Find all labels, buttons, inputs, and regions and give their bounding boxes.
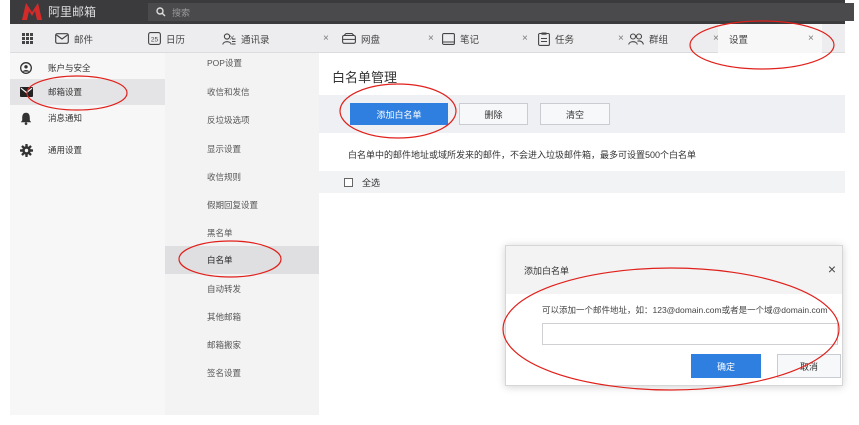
- search-input[interactable]: 搜索: [148, 3, 854, 21]
- tab-label: 网盘: [361, 34, 381, 46]
- tab-settings[interactable]: 设置 ×: [718, 24, 822, 53]
- dialog-header: 添加白名单: [506, 246, 842, 294]
- tab-tasks[interactable]: 任务 ×: [538, 24, 626, 53]
- subnav-item-pop[interactable]: POP设置: [165, 49, 319, 77]
- tab-close-button[interactable]: ×: [808, 33, 814, 44]
- nav-item-label: 消息通知: [48, 113, 83, 123]
- tab-bar: 邮件 25 日历 × 通讯录 × 网盘 × 笔记 × 任务 × 群组 × 设置 …: [10, 24, 845, 53]
- tab-close-button[interactable]: ×: [323, 33, 329, 44]
- subnav-item-auto-forward[interactable]: 自动转发: [165, 275, 319, 303]
- close-icon[interactable]: ×: [828, 261, 836, 277]
- add-whitelist-button[interactable]: 添加白名单: [350, 103, 448, 125]
- app-logo[interactable]: 阿里邮箱: [20, 0, 96, 22]
- bell-icon: [20, 112, 32, 125]
- nav-item-label: 账户与安全: [48, 63, 91, 73]
- envelope-icon: [20, 87, 33, 97]
- dialog-hint-text: 可以添加一个邮件地址，如：123@domain.com或者是一个域@domain…: [542, 305, 828, 315]
- subnav-item-whitelist[interactable]: 白名单: [165, 246, 319, 274]
- subnav-item-mailbox-migration[interactable]: 邮箱搬家: [165, 331, 319, 359]
- tab-label: 通讯录: [241, 34, 270, 46]
- search-placeholder: 搜索: [172, 7, 191, 18]
- subnav-item-display[interactable]: 显示设置: [165, 135, 319, 163]
- app-logo-text: 阿里邮箱: [48, 4, 97, 19]
- cloud-drive-icon: [342, 33, 356, 44]
- dialog-title: 添加白名单: [524, 265, 570, 276]
- nav-item-general-settings[interactable]: 通用设置: [10, 137, 165, 163]
- tab-label: 笔记: [460, 34, 480, 46]
- tab-groups[interactable]: 群组 ×: [628, 24, 720, 53]
- subnav-item-vacation-reply[interactable]: 假期回复设置: [165, 191, 319, 219]
- nav-item-notifications[interactable]: 消息通知: [10, 105, 165, 131]
- contacts-icon: [222, 32, 236, 45]
- tab-label: 日历: [166, 34, 186, 46]
- tab-mail[interactable]: 邮件: [55, 24, 93, 53]
- tab-label: 任务: [555, 34, 575, 46]
- nav-item-mailbox-settings[interactable]: 邮箱设置: [10, 79, 165, 105]
- nav-item-label: 邮箱设置: [48, 87, 83, 97]
- task-icon: [538, 32, 550, 46]
- grid-icon: [22, 33, 33, 44]
- whitelist-address-input[interactable]: [542, 323, 838, 345]
- settings-category-nav: 账户与安全 邮箱设置 消息通知 通用设置: [10, 53, 165, 415]
- nav-item-account-security[interactable]: 账户与安全: [10, 55, 165, 81]
- tab-cloud-drive[interactable]: 网盘 ×: [342, 24, 436, 53]
- whitelist-info-text: 白名单中的邮件地址或域所发来的邮件，不会进入垃圾邮件箱，最多可设置500个白名单: [348, 150, 697, 160]
- mail-icon: [55, 33, 69, 44]
- app-grid-button[interactable]: [22, 24, 33, 53]
- search-icon: [156, 7, 166, 17]
- whitelist-toolbar: 添加白名单 删除 清空: [319, 95, 845, 133]
- subnav-item-send-receive[interactable]: 收信和发信: [165, 78, 319, 106]
- mailbox-settings-subnav: POP设置 收信和发信 反垃圾选项 显示设置 收信规则 假期回复设置 黑名单 白…: [165, 53, 319, 415]
- subnav-item-receive-rules[interactable]: 收信规则: [165, 163, 319, 191]
- calendar-day-number: 25: [151, 37, 159, 44]
- select-all-row: 全选: [319, 171, 845, 193]
- tab-label: 邮件: [74, 34, 94, 46]
- confirm-button[interactable]: 确定: [691, 354, 761, 378]
- select-all-checkbox[interactable]: [344, 177, 353, 187]
- tab-close-button[interactable]: ×: [428, 33, 434, 44]
- clear-button[interactable]: 清空: [540, 103, 610, 125]
- logo-icon: [22, 3, 42, 20]
- delete-button[interactable]: 删除: [459, 103, 528, 125]
- select-all-label[interactable]: 全选: [362, 176, 380, 189]
- top-bar: 阿里邮箱 搜索: [10, 0, 854, 24]
- tab-close-button[interactable]: ×: [522, 33, 528, 44]
- group-icon: [628, 32, 644, 45]
- tab-notes[interactable]: 笔记 ×: [442, 24, 529, 53]
- subnav-item-signature[interactable]: 签名设置: [165, 359, 319, 387]
- gear-icon: [20, 143, 33, 157]
- subnav-item-blacklist[interactable]: 黑名单: [165, 219, 319, 247]
- user-icon: [20, 62, 32, 74]
- tab-close-button[interactable]: ×: [618, 33, 624, 44]
- tab-label: 群组: [649, 34, 669, 46]
- nav-item-label: 通用设置: [48, 145, 83, 155]
- note-icon: [442, 32, 455, 45]
- calendar-icon: 25: [148, 32, 161, 45]
- tab-label: 设置: [729, 34, 749, 46]
- page-title: 白名单管理: [332, 70, 398, 85]
- cancel-button[interactable]: 取消: [777, 354, 841, 378]
- subnav-item-antispam[interactable]: 反垃圾选项: [165, 106, 319, 134]
- subnav-item-other-mailbox[interactable]: 其他邮箱: [165, 303, 319, 331]
- add-whitelist-dialog: 添加白名单 × 可以添加一个邮件地址，如：123@domain.com或者是一个…: [505, 245, 843, 386]
